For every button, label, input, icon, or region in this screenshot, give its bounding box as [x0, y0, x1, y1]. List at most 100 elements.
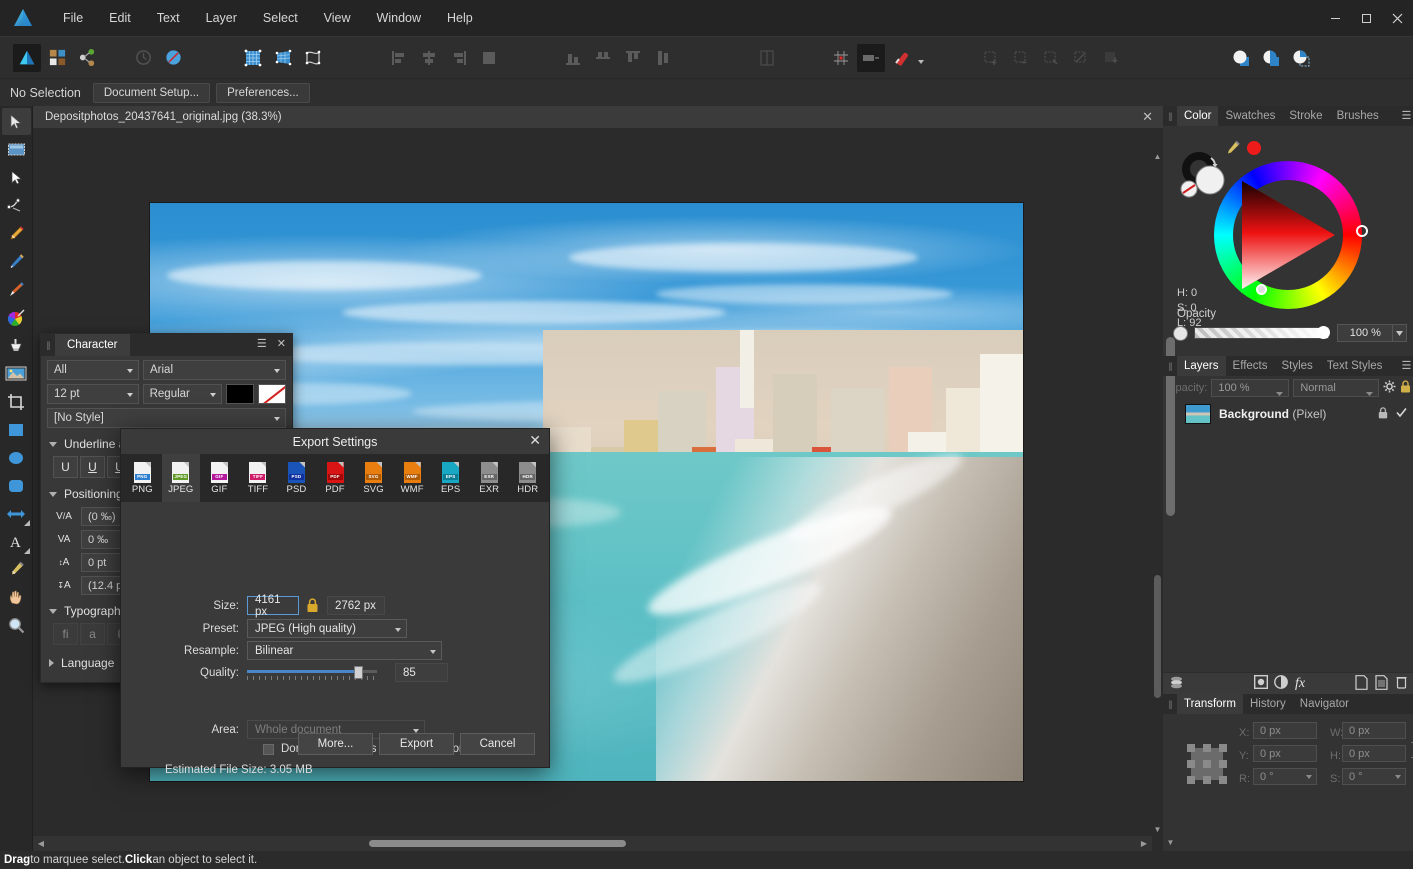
preferences-button[interactable]: Preferences... — [216, 83, 310, 103]
lock-icon[interactable] — [306, 598, 320, 614]
vertical-scroll-thumb[interactable] — [1154, 575, 1161, 698]
transform-y-field[interactable]: 0 px — [1253, 745, 1317, 762]
layer-settings-gear-icon[interactable] — [1383, 380, 1396, 396]
quality-slider-handle[interactable] — [354, 666, 363, 679]
distribute-vertical-icon[interactable] — [649, 44, 677, 72]
sidebar-tool-pencil-tool[interactable] — [2, 248, 31, 275]
sidebar-tool-view-tool[interactable] — [2, 584, 31, 611]
scroll-down-icon[interactable]: ▼ — [1152, 823, 1163, 835]
format-tab-exr[interactable]: EXR EXR — [470, 454, 509, 502]
mask-icon[interactable] — [1254, 675, 1268, 692]
sidebar-tool-place-image-tool[interactable] — [2, 360, 31, 387]
tab-effects[interactable]: Effects — [1226, 356, 1275, 376]
align-left-icon[interactable] — [385, 44, 413, 72]
adjustment-quarter-icon[interactable] — [1287, 44, 1315, 72]
new-layer-icon[interactable] — [1355, 675, 1368, 693]
adjustment-white-icon[interactable] — [1227, 44, 1255, 72]
menu-select[interactable]: Select — [250, 5, 311, 31]
align-bottom-icon[interactable] — [619, 44, 647, 72]
text-fill-color-swatch[interactable] — [226, 384, 254, 404]
sidebar-tool-crop-tool[interactable] — [2, 388, 31, 415]
tab-swatches[interactable]: Swatches — [1218, 106, 1282, 126]
intersect-selection-icon[interactable] — [1037, 44, 1065, 72]
font-filter-select[interactable]: All — [47, 360, 139, 380]
align-top-icon[interactable] — [559, 44, 587, 72]
recent-color-swatch[interactable] — [1247, 141, 1261, 155]
sidebar-tool-rectangle-tool[interactable] — [2, 416, 31, 443]
resample-select[interactable]: Bilinear — [247, 641, 442, 660]
transform-grid-icon[interactable] — [269, 44, 297, 72]
mesh-warp-icon[interactable] — [299, 44, 327, 72]
preset-select[interactable]: JPEG (High quality) — [247, 619, 407, 638]
font-style-select[interactable]: Regular — [143, 384, 223, 404]
adjustment-half-icon[interactable] — [1257, 44, 1285, 72]
menu-window[interactable]: Window — [364, 5, 434, 31]
sidebar-tool-zoom-tool[interactable] — [2, 612, 31, 639]
snapping-grid-icon[interactable] — [827, 44, 855, 72]
sidebar-tool-corner-tool[interactable] — [2, 192, 31, 219]
hue-selector-handle[interactable] — [1356, 225, 1368, 237]
tab-styles[interactable]: Styles — [1274, 356, 1319, 376]
tab-color[interactable]: Color — [1177, 106, 1218, 126]
format-tab-tiff[interactable]: TIFF TIFF — [239, 454, 278, 502]
tab-transform[interactable]: Transform — [1177, 694, 1243, 714]
minimize-button[interactable] — [1320, 0, 1351, 36]
tab-history[interactable]: History — [1243, 694, 1293, 714]
tab-text-styles[interactable]: Text Styles — [1320, 356, 1390, 376]
new-pixel-layer-icon[interactable] — [1375, 675, 1388, 693]
horizontal-scroll-thumb[interactable] — [369, 840, 626, 847]
alternates-button[interactable]: a — [80, 623, 105, 645]
magnet-snapping-icon[interactable] — [887, 44, 915, 72]
menu-help[interactable]: Help — [434, 5, 486, 31]
menu-view[interactable]: View — [311, 5, 364, 31]
cancel-button[interactable]: Cancel — [460, 733, 535, 755]
scroll-up-icon[interactable]: ▲ — [1152, 150, 1163, 162]
table-row[interactable]: Background (Pixel) — [1163, 400, 1413, 428]
character-panel-close-icon[interactable]: ✕ — [277, 337, 286, 350]
transform-anchor-widget[interactable] — [1185, 742, 1229, 786]
tab-stroke[interactable]: Stroke — [1282, 106, 1329, 126]
opacity-value-field[interactable]: 100 % — [1337, 324, 1393, 342]
sidebar-tool-arrow-tool[interactable] — [2, 500, 31, 527]
subtract-selection-icon[interactable] — [1007, 44, 1035, 72]
tab-navigator[interactable]: Navigator — [1293, 694, 1356, 714]
canvas-vertical-scrollbar[interactable]: ▲ ▼ — [1152, 150, 1163, 835]
menu-edit[interactable]: Edit — [96, 5, 144, 31]
document-setup-button[interactable]: Document Setup... — [93, 83, 210, 103]
sidebar-tool-artboard-tool[interactable] — [2, 136, 31, 163]
format-tab-svg[interactable]: SVG SVG — [354, 454, 393, 502]
color-panel-menu-icon[interactable]: ☰ — [1401, 109, 1411, 122]
underline-single-button[interactable]: U — [80, 456, 105, 478]
layer-visibility-checkbox[interactable] — [1396, 407, 1407, 421]
format-tab-pdf[interactable]: PDF PDF — [316, 454, 355, 502]
sidebar-tool-pen-tool[interactable] — [2, 220, 31, 247]
size-width-input[interactable]: 4161 px — [247, 596, 299, 615]
align-right-icon[interactable] — [445, 44, 473, 72]
export-persona-icon[interactable] — [73, 44, 101, 72]
document-tab[interactable]: Depositphotos_20437641_original.jpg (38.… — [33, 106, 1163, 128]
canvas-horizontal-scrollbar[interactable]: ◀ ▶ — [33, 836, 1152, 851]
quality-slider[interactable] — [247, 666, 377, 680]
liquify-persona-icon[interactable] — [43, 44, 71, 72]
quality-value-input[interactable]: 85 — [395, 663, 448, 682]
eyedropper-icon[interactable] — [1225, 140, 1241, 159]
format-tab-psd[interactable]: PSD PSD — [277, 454, 316, 502]
layers-panel-menu-icon[interactable]: ☰ — [1401, 359, 1411, 372]
scroll-right-icon[interactable]: ▶ — [1136, 839, 1152, 848]
color-wheel[interactable] — [1214, 161, 1362, 309]
fx-icon[interactable]: fx — [1295, 676, 1305, 692]
export-button[interactable]: Export — [379, 733, 454, 755]
format-tab-gif[interactable]: GIF GIF — [200, 454, 239, 502]
layer-lock-icon[interactable] — [1378, 407, 1388, 422]
undo-icon[interactable] — [129, 44, 157, 72]
sidebar-tool-color-mixer-tool[interactable] — [2, 304, 31, 331]
format-tab-jpeg[interactable]: JPEG JPEG — [162, 454, 201, 502]
layer-opacity-field[interactable]: 100 % — [1211, 379, 1289, 397]
format-tab-eps[interactable]: EPS EPS — [431, 454, 470, 502]
saturation-triangle[interactable] — [1242, 181, 1335, 289]
snapping-dropdown-icon[interactable] — [857, 44, 885, 72]
opacity-slider[interactable] — [1194, 327, 1329, 339]
assistant-icon[interactable] — [159, 44, 187, 72]
sidebar-tool-ellipse-tool[interactable] — [2, 444, 31, 471]
distribute-icon[interactable] — [475, 44, 503, 72]
